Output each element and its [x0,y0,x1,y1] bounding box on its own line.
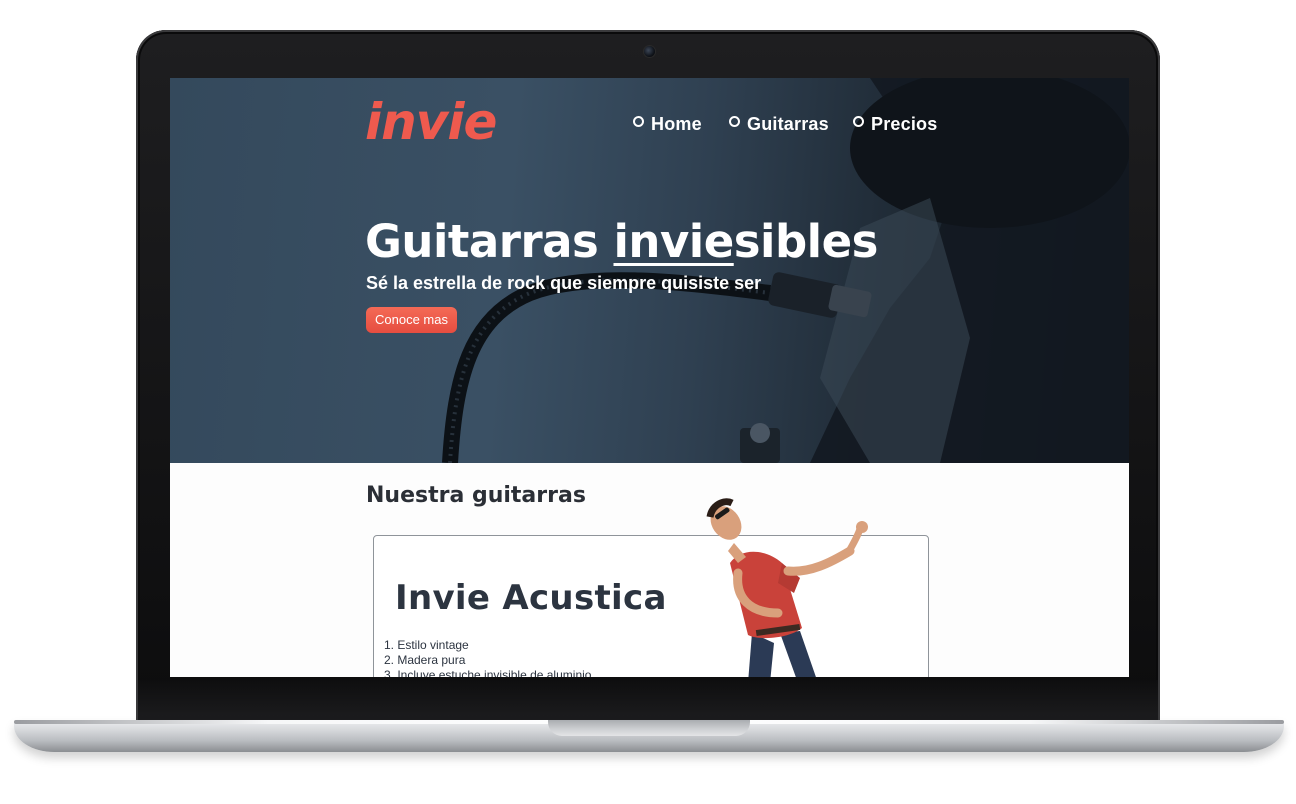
hero-section: invie Home Guitarras Precios Guitarras i… [170,78,1129,463]
list-item: 2. Madera pura [384,653,466,667]
site-logo[interactable]: invie [365,92,497,152]
card-title: Invie Acustica [395,578,667,618]
laptop-opening-notch [548,720,750,736]
nav-item-label: Guitarras [747,114,829,134]
hero-title: Guitarras inviesibles [365,214,878,270]
laptop-bezel-bottom [138,680,1158,720]
list-item: 1. Estilo vintage [384,638,469,652]
circle-bullet-icon [729,116,740,127]
webcam [644,46,655,57]
guitars-section: Nuestra guitarras Invie Acustica 1. Esti… [170,463,1129,677]
circle-bullet-icon [853,116,864,127]
circle-bullet-icon [633,116,644,127]
list-item: 3. Incluye estuche invisible de aluminio [384,668,592,677]
laptop-screen: invie Home Guitarras Precios Guitarras i… [170,78,1129,677]
nav-item-label: Precios [871,114,938,134]
nav-item-home[interactable]: Home [633,114,702,135]
navbar: invie Home Guitarras Precios [170,78,1129,168]
feature-list: 1. Estilo vintage 2. Madera pura 3. Incl… [384,638,591,677]
hero-title-prefix: Guitarras [365,215,614,268]
laptop-mockup: invie Home Guitarras Precios Guitarras i… [0,0,1296,804]
hero-title-suffix: sibles [733,215,879,268]
nav-item-precios[interactable]: Precios [853,114,937,135]
hero-subtitle: Sé la estrella de rock que siempre quisi… [366,273,762,293]
section-title: Nuestra guitarras [366,483,586,508]
conoce-mas-button[interactable]: Conoce mas [366,307,457,333]
nav-item-guitarras[interactable]: Guitarras [729,114,829,135]
nav-item-label: Home [651,114,702,134]
hero-title-highlight: invie [613,215,734,268]
guitarist-image [706,498,868,677]
